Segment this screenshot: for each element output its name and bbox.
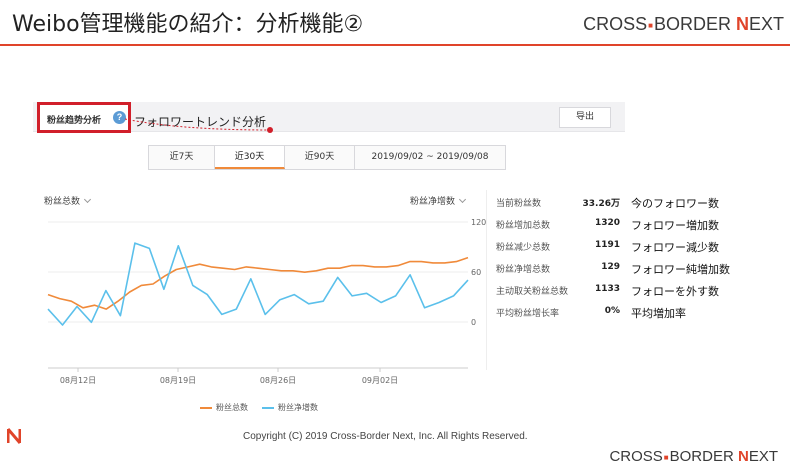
legend-swatch-blue [262,406,274,409]
right-tick-label: 0 [471,318,476,327]
brand-part2: BORDER [669,448,738,465]
stat-label: 粉丝净增总数 [496,265,551,275]
stat-label: 主动取关粉丝总数 [496,287,569,297]
chart-series [47,242,469,326]
right-tick-label: 120 [471,218,486,227]
stats-divider [486,190,487,370]
annotation-average-rate: 平均増加率 [631,307,686,320]
x-tick-label: 09月02日 [362,376,398,385]
brand-separator: ■ [663,452,669,462]
right-tick-label: 60 [471,268,481,277]
brand-part1: CROSS [609,448,663,465]
legend-item-total[interactable]: 粉丝总数 [200,402,248,413]
stat-row: 主动取关粉丝总数 1133 [496,284,620,300]
legend-swatch-orange [200,406,212,409]
annotation-dot [267,127,273,133]
x-tick-label: 08月19日 [160,376,196,385]
annotation-net-increase: フォロワー純増加数 [631,263,730,276]
legend-item-net[interactable]: 粉丝净增数 [262,402,318,413]
trend-chart: 120 60 0 08月12日 08月19日 08月26日 09月02日 [47,118,486,385]
stat-label: 当前粉丝数 [496,199,542,209]
stat-row: 粉丝增加总数 1320 [496,218,620,234]
stat-row: 粉丝减少总数 1191 [496,240,620,256]
annotation-follower-decrease: フォロワー減少数 [631,241,719,254]
brand-ext: EXT [748,448,778,465]
legend-label: 粉丝总数 [216,403,248,412]
brand-logo-bottom: CROSS■BORDER NEXT [609,448,778,465]
stat-row: 平均粉丝增长率 0% [496,306,620,322]
x-tick-label: 08月12日 [60,376,96,385]
stat-row: 粉丝净增总数 129 [496,262,620,278]
brand-n: N [737,448,749,465]
stat-value: 129 [601,262,620,272]
n-logo-icon [7,428,21,444]
annotation-connector [124,118,271,131]
right-tick-labels: 120 60 0 [471,218,486,327]
annotation-follower-increase: フォロワー増加数 [631,219,719,232]
stat-value: 0% [604,306,620,316]
stat-value: 1320 [594,218,620,228]
stat-label: 粉丝减少总数 [496,243,551,253]
annotation-unfollow: フォローを外す数 [631,285,719,298]
stat-label: 平均粉丝增长率 [496,309,560,319]
stat-value: 1133 [594,284,620,294]
stat-label: 粉丝增加总数 [496,221,551,231]
copyright-text: Copyright (C) 2019 Cross-Border Next, In… [243,431,528,442]
legend-label: 粉丝净增数 [278,403,318,412]
stat-value: 1191 [594,240,620,250]
x-tick-labels: 08月12日 08月19日 08月26日 09月02日 [60,368,398,385]
x-tick-label: 08月26日 [260,376,296,385]
series-line-net-fans [47,242,469,326]
annotation-current-followers: 今のフォロワー数 [631,197,719,210]
stat-value: 33.26万 [582,199,620,209]
stat-row: 当前粉丝数 33.26万 [496,196,620,212]
